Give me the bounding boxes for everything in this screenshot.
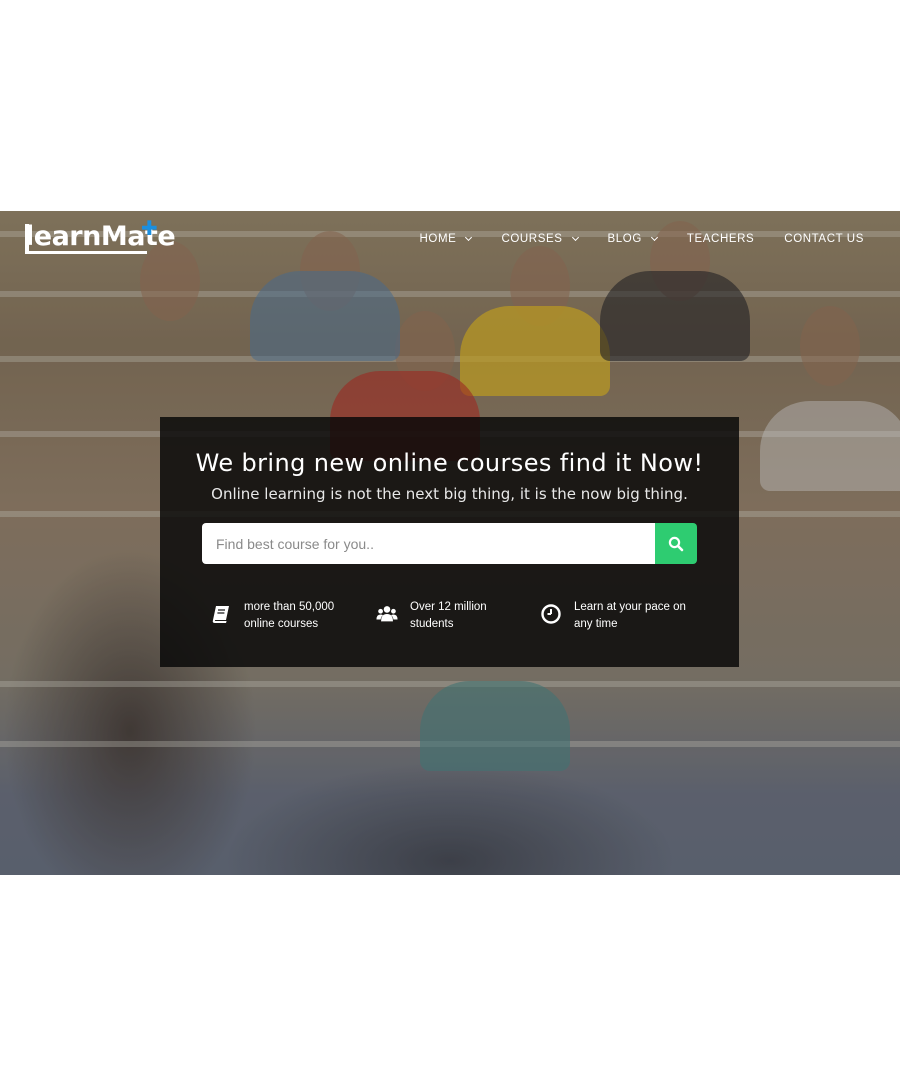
nav-label: HOME <box>419 233 457 245</box>
nav-item-contact-us[interactable]: CONTACT US <box>784 230 864 248</box>
main-nav: HOME COURSES BLOG TEACHERS CONTACT US <box>390 230 864 248</box>
users-icon <box>376 606 398 622</box>
search-button[interactable] <box>655 523 697 564</box>
nav-label: COURSES <box>501 233 563 245</box>
hero-subtitle: Online learning is not the next big thin… <box>211 485 688 503</box>
search-icon <box>668 536 684 551</box>
chevron-down-icon <box>465 233 473 242</box>
search-panel: We bring new online courses find it Now!… <box>160 417 739 667</box>
nav-item-blog[interactable]: BLOG <box>607 230 658 248</box>
chevron-down-icon <box>571 233 579 242</box>
feature-text: more than 50,000 online courses <box>244 601 335 630</box>
clock-icon <box>541 604 561 624</box>
feature-text: Over 12 million students <box>410 601 487 630</box>
chevron-down-icon <box>650 233 658 242</box>
nav-item-home[interactable]: HOME <box>419 230 473 248</box>
feature-pace: Learn at your pace on any time <box>540 599 686 633</box>
plus-icon: ✚ <box>141 216 158 240</box>
nav-item-courses[interactable]: COURSES <box>501 230 579 248</box>
feature-courses: more than 50,000 online courses <box>210 599 334 633</box>
feature-students: Over 12 million students <box>376 599 487 633</box>
nav-label: BLOG <box>607 233 642 245</box>
book-icon <box>212 606 229 623</box>
hero-title: We bring new online courses find it Now! <box>195 449 704 477</box>
course-search-input[interactable] <box>202 523 655 564</box>
nav-label: CONTACT US <box>784 233 864 245</box>
nav-item-teachers[interactable]: TEACHERS <box>687 230 754 248</box>
feature-text: Learn at your pace on any time <box>574 601 686 630</box>
site-logo[interactable]: learnMate ✚ <box>25 216 176 254</box>
nav-label: TEACHERS <box>686 233 755 245</box>
